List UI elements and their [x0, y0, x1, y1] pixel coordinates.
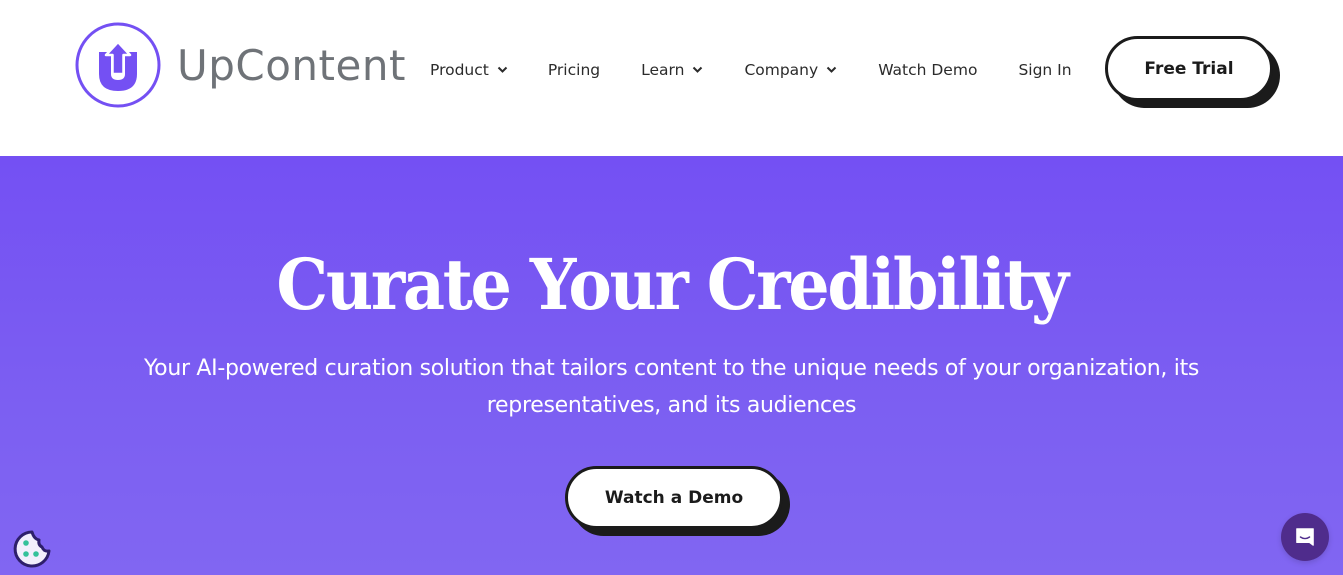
- nav-learn[interactable]: Learn: [641, 61, 703, 79]
- chat-bubble-icon: [1296, 528, 1314, 546]
- nav-product[interactable]: Product: [430, 61, 508, 79]
- logo[interactable]: UpContent: [75, 21, 406, 109]
- chat-launcher-button[interactable]: [1281, 513, 1329, 561]
- chevron-down-icon: [693, 66, 703, 73]
- watch-demo-button[interactable]: Watch a Demo: [565, 466, 783, 529]
- nav-pricing[interactable]: Pricing: [548, 61, 600, 79]
- nav-company[interactable]: Company: [744, 61, 837, 79]
- nav-learn-label: Learn: [641, 61, 685, 79]
- hero-subtitle: Your AI-powered curation solution that t…: [143, 356, 1200, 418]
- logo-text: UpContent: [177, 40, 406, 90]
- free-trial-button[interactable]: Free Trial: [1105, 36, 1273, 101]
- nav-pricing-label: Pricing: [547, 61, 601, 79]
- u-arrow-up-logo-icon: [75, 22, 161, 108]
- chevron-down-icon: [826, 66, 837, 73]
- nav-sign-in-label: Sign In: [1018, 61, 1072, 79]
- hero-section: Curate Your Credibility Your AI-powered …: [0, 156, 1343, 575]
- hero-title: Curate Your Credibility: [276, 243, 1069, 326]
- nav-company-label: Company: [744, 61, 819, 79]
- cookie-settings-button[interactable]: [12, 529, 53, 570]
- nav-watch-demo[interactable]: Watch Demo: [878, 61, 977, 79]
- chevron-down-icon: [497, 66, 508, 73]
- site-header: UpContent Product Pricing Learn Company …: [0, 0, 1343, 156]
- nav-watch-demo-label: Watch Demo: [878, 61, 978, 79]
- main-nav: Product Pricing Learn Company Watch Demo…: [430, 58, 1072, 82]
- nav-sign-in[interactable]: Sign In: [1018, 61, 1071, 79]
- nav-product-label: Product: [430, 61, 489, 79]
- cookie-icon: [13, 530, 51, 568]
